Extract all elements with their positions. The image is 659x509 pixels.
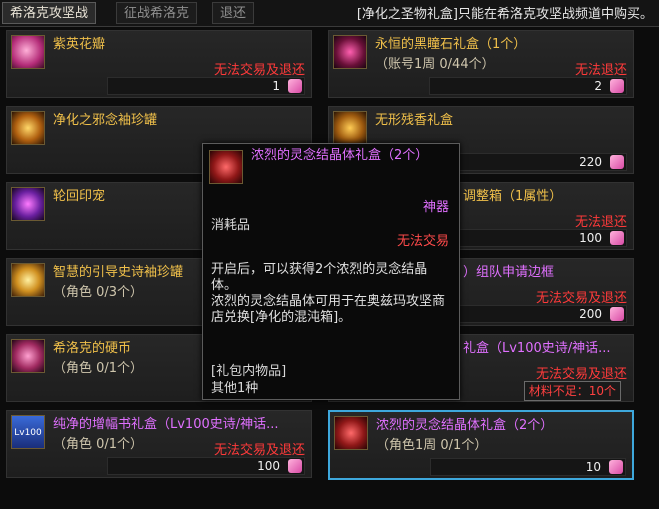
petal-currency-icon	[610, 307, 624, 321]
item-name: 无形残香礼盒	[375, 113, 454, 128]
petal-icon	[11, 35, 45, 69]
item-name: 礼盒（Lv100史诗/神话...	[463, 341, 611, 356]
item-name: 希洛克的硬币	[53, 341, 132, 356]
item-name: 紫英花瓣	[53, 37, 106, 52]
notice-text: [净化之圣物礼盒]只能在希洛克攻坚战频道中购买。	[356, 7, 653, 22]
item-price: 1	[272, 79, 280, 93]
item-price: 100	[257, 459, 280, 473]
gift-box-icon	[333, 111, 367, 145]
item-limit: （账号1周 0/44个）	[375, 57, 495, 72]
shop-item-card[interactable]: 永恒的黑瞳石礼盒（1个） （账号1周 0/44个） 无法退还 2	[328, 30, 634, 98]
item-name: ）组队申请边框	[463, 265, 555, 280]
item-name: 调整箱（1属性）	[463, 189, 563, 204]
item-status: 无法交易及退还	[535, 367, 627, 382]
price-bar: 1	[107, 77, 305, 95]
petal-currency-icon	[288, 459, 302, 473]
petal-currency-icon	[610, 79, 624, 93]
petal-currency-icon	[610, 155, 624, 169]
price-bar: 10	[430, 458, 626, 476]
item-tooltip: 浓烈的灵念结晶体礼盒（2个） 神器 消耗品 无法交易 开启后，可以获得2个浓烈的…	[202, 143, 460, 400]
price-bar: 100	[107, 457, 305, 475]
item-price: 100	[579, 231, 602, 245]
shop-item-card[interactable]: 紫英花瓣 无法交易及退还 1	[6, 30, 312, 98]
tab-refund[interactable]: 退还	[212, 2, 255, 24]
black-pupil-stone-box-icon	[333, 35, 367, 69]
icon-level-label: Lv100	[14, 428, 42, 438]
item-price: 220	[579, 155, 602, 169]
tooltip-contents: 其他1种	[211, 381, 259, 396]
tooltip-title: 浓烈的灵念结晶体礼盒（2个）	[251, 148, 429, 163]
item-status: 无法交易及退还	[535, 291, 627, 306]
item-name: 净化之邪念袖珍罐	[53, 113, 158, 128]
item-price: 200	[579, 307, 602, 321]
item-name: 永恒的黑瞳石礼盒（1个）	[375, 37, 527, 52]
tooltip-rarity: 神器	[422, 200, 449, 215]
shop-item-card-selected[interactable]: 浓烈的灵念结晶体礼盒（2个） （角色1周 0/1个） 10	[328, 410, 634, 480]
tooltip-type: 消耗品	[211, 218, 251, 233]
item-status: 无法退还	[574, 63, 627, 78]
price-bar: 2	[429, 77, 627, 95]
amplify-book-box-icon: Lv100	[11, 415, 45, 449]
item-status: 无法退还	[574, 215, 627, 230]
tooltip-trade: 无法交易	[396, 234, 449, 249]
item-limit: （角色1周 0/1个）	[376, 438, 488, 453]
petal-currency-icon	[609, 460, 623, 474]
tab-siroco-raid[interactable]: 希洛克攻坚战	[2, 2, 97, 24]
item-name: 浓烈的灵念结晶体礼盒（2个）	[376, 418, 554, 433]
shop-item-card[interactable]: Lv100 纯净的增幅书礼盒（Lv100史诗/神话... （角色 0/1个） 无…	[6, 410, 312, 478]
tooltip-desc: 开启后，可以获得2个浓烈的灵念结晶体。	[211, 262, 428, 293]
tab-bar: 希洛克攻坚战 征战希洛克 退还 [净化之圣物礼盒]只能在希洛克攻坚战频道中购买。	[0, 0, 659, 27]
item-limit: （角色 0/1个）	[53, 437, 144, 452]
petal-currency-icon	[610, 231, 624, 245]
petal-currency-icon	[288, 79, 302, 93]
crystal-box-icon	[209, 150, 243, 184]
tooltip-desc: 浓烈的灵念结晶体可用于在奥兹玛攻坚商店兑换[净化的混沌箱]。	[211, 294, 446, 325]
material-insufficient-label: 材料不足：10个	[523, 381, 621, 401]
pet-icon	[11, 187, 45, 221]
tab-conquer-siroco[interactable]: 征战希洛克	[116, 2, 198, 24]
item-name: 纯净的增幅书礼盒（Lv100史诗/神话...	[53, 417, 279, 432]
epic-jar-icon	[11, 263, 45, 297]
jar-icon	[11, 111, 45, 145]
crystal-box-icon	[334, 416, 368, 450]
coin-icon	[11, 339, 45, 373]
item-status: 无法交易及退还	[213, 63, 305, 78]
item-price: 10	[585, 460, 601, 474]
item-limit: （角色 0/3个）	[53, 285, 144, 300]
item-status: 无法交易及退还	[213, 443, 305, 458]
item-price: 2	[594, 79, 602, 93]
item-name: 智慧的引导史诗袖珍罐	[53, 265, 184, 280]
item-name: 轮回印宠	[53, 189, 106, 204]
item-limit: （角色 0/1个）	[53, 361, 144, 376]
